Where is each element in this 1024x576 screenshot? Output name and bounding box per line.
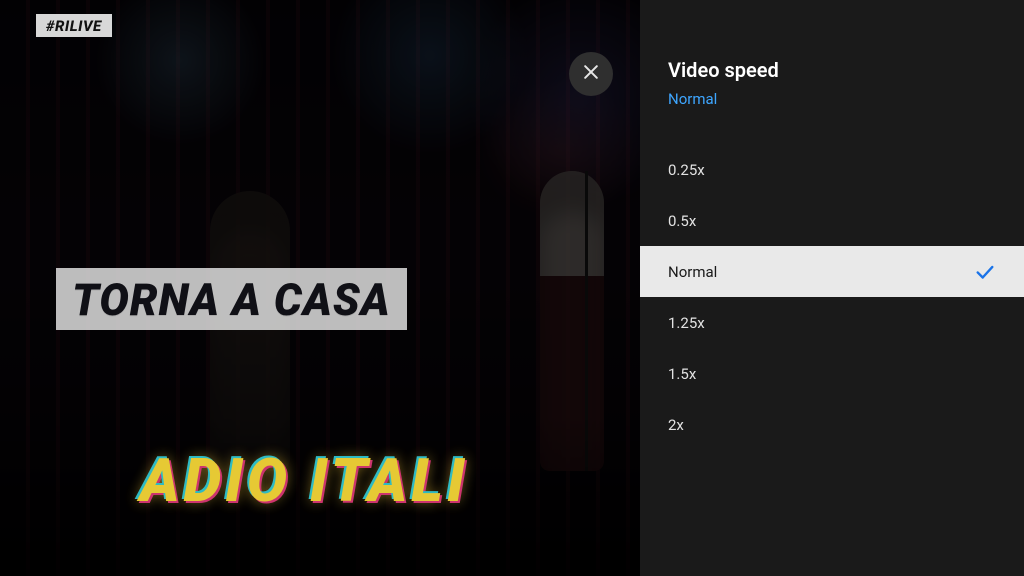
- speed-option[interactable]: 0.25x: [640, 144, 1024, 195]
- speed-option-label: 0.5x: [668, 212, 696, 230]
- speed-option-label: 2x: [668, 416, 684, 434]
- video-title-overlay: TORNA A CASA: [56, 268, 407, 330]
- speed-option[interactable]: 2x: [640, 399, 1024, 450]
- close-icon: [581, 62, 601, 86]
- speed-option-label: 1.5x: [668, 365, 696, 383]
- speed-options-list: 0.25x 0.5x Normal 1.25x 1.5x 2x: [640, 144, 1024, 450]
- panel-title: Video speed: [668, 58, 996, 82]
- broadcaster-neon-text: ADIO ITALI: [140, 445, 469, 516]
- speed-option-label: Normal: [668, 263, 717, 281]
- speed-option-label: 1.25x: [668, 314, 705, 332]
- panel-header: Video speed Normal: [640, 0, 1024, 108]
- check-icon: [974, 261, 996, 283]
- speed-option[interactable]: 1.5x: [640, 348, 1024, 399]
- speed-option-label: 0.25x: [668, 161, 705, 179]
- speed-option[interactable]: 0.5x: [640, 195, 1024, 246]
- panel-current-value: Normal: [668, 90, 996, 108]
- video-speed-panel: Video speed Normal 0.25x 0.5x Normal 1.25x 1…: [640, 0, 1024, 576]
- app-root: #RILIVE TORNA A CASA ADIO ITALI Video sp…: [0, 0, 1024, 576]
- speed-option[interactable]: 1.25x: [640, 297, 1024, 348]
- close-button[interactable]: [569, 52, 613, 96]
- speed-option[interactable]: Normal: [640, 246, 1024, 297]
- hashtag-badge: #RILIVE: [36, 14, 112, 37]
